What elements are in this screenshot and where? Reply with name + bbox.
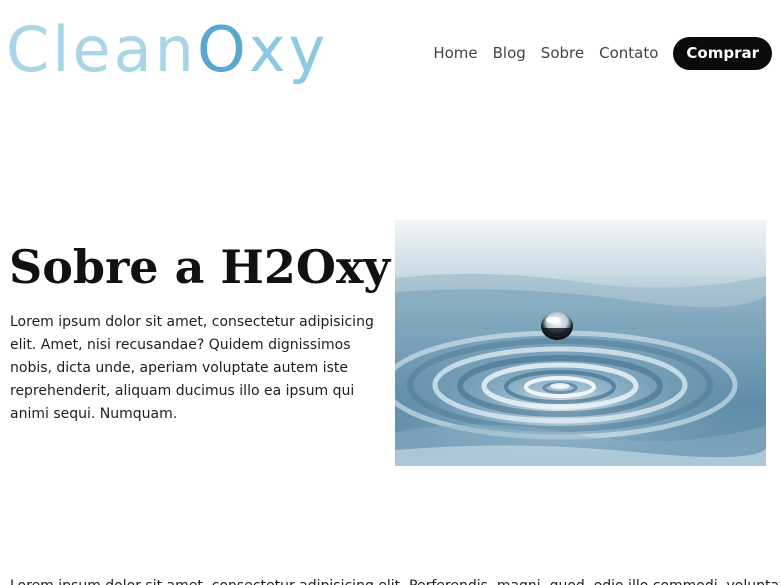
nav-link-contato[interactable]: Contato [599, 36, 658, 70]
water-drop-image [395, 220, 766, 466]
logo-text-o: O [196, 13, 249, 86]
buy-button[interactable]: Comprar [673, 36, 772, 70]
about-title: Sobre a H2Oxy [9, 240, 391, 294]
logo-text-xy: xy [248, 13, 329, 86]
nav-link-sobre[interactable]: Sobre [541, 36, 584, 70]
main-nav: Home Blog Sobre Contato Comprar [433, 36, 772, 70]
bottom-paragraph: Lorem ipsum dolor sit amet, consectetur … [10, 575, 780, 585]
nav-link-home[interactable]: Home [433, 36, 477, 70]
nav-link-blog[interactable]: Blog [493, 36, 526, 70]
site-logo[interactable]: Clean Oxy [6, 12, 328, 88]
water-drop-illustration [395, 220, 766, 466]
site-header: Clean Oxy Home Blog Sobre Contato Comprar [0, 0, 780, 100]
about-text: Lorem ipsum dolor sit amet, consectetur … [10, 314, 374, 422]
logo-text-clean: Clean [6, 13, 197, 86]
page: Clean Oxy Home Blog Sobre Contato Comprar… [0, 0, 780, 585]
